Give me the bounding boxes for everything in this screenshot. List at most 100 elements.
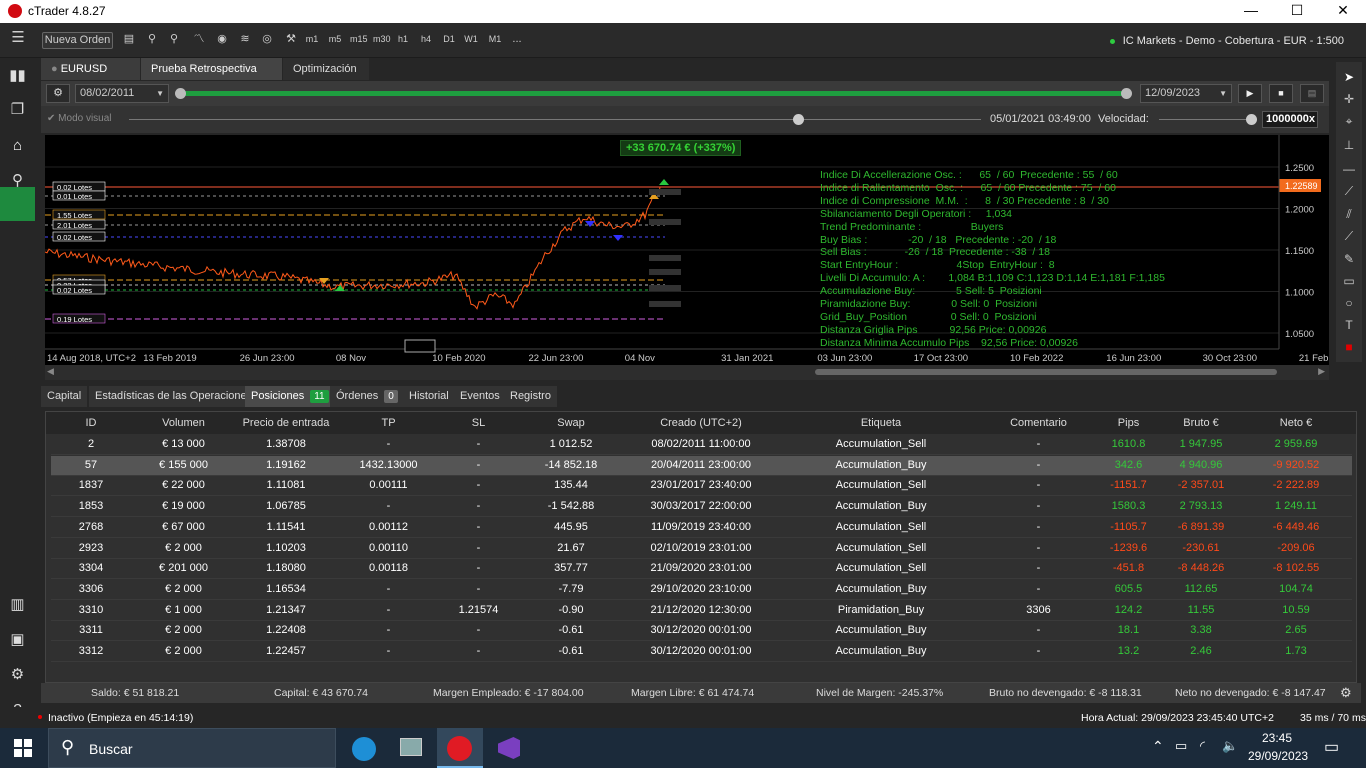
table-row[interactable]: 3310 € 1 000 1.21347 - 1.21574 -0.90 21/12/202… — [51, 601, 1352, 621]
scroll-handle[interactable] — [404, 339, 436, 353]
timeline-handle[interactable] — [793, 114, 804, 125]
backtest-settings-icon[interactable]: ⚙ — [46, 84, 70, 103]
chart-mode-icon[interactable]: ▤ — [121, 32, 137, 49]
column-header-id[interactable]: ID — [51, 417, 131, 429]
analyze-icon[interactable]: ⚲ — [0, 166, 35, 196]
notifications-icon[interactable]: ▭ — [1324, 737, 1339, 757]
table-row[interactable]: 3311 € 2 000 1.22408 - - -0.61 30/12/2020 00:0… — [51, 621, 1352, 642]
column-header-net[interactable]: Neto € — [1241, 417, 1351, 429]
scroll-right-icon[interactable]: ▶ — [1318, 366, 1325, 377]
price-chart[interactable]: 1.22589 1.2500 1.2000 1.1500 1.1000 1.0500 1… — [45, 135, 1329, 365]
indicators-icon[interactable]: 〽 — [190, 32, 208, 49]
crosshair-plus-icon[interactable]: ⌖ — [1336, 110, 1362, 132]
column-header-gross[interactable]: Bruto € — [1161, 417, 1241, 429]
more-timeframes-button[interactable]: ... — [509, 32, 525, 49]
progress-start-handle[interactable] — [175, 88, 186, 99]
automate-icon[interactable]: ⌂ — [0, 131, 35, 161]
taskbar-search[interactable]: ⚲ Buscar — [48, 728, 336, 768]
speed-handle[interactable] — [1246, 114, 1257, 125]
close-button[interactable]: ✕ — [1320, 0, 1366, 23]
tray-chevron-icon[interactable]: ⌃ — [1152, 738, 1164, 755]
progress-end-handle[interactable] — [1121, 88, 1132, 99]
table-row[interactable]: 3306 € 2 000 1.16534 - - -7.79 29/10/2020 23:1… — [51, 580, 1352, 600]
column-header-pips[interactable]: Pips — [1096, 417, 1161, 429]
visual-mode-checkbox[interactable]: ✔ Modo visual — [47, 113, 112, 124]
column-header-sl[interactable]: SL — [436, 417, 521, 429]
ruler-icon[interactable]: ⊥ — [1336, 134, 1362, 156]
tab-positions[interactable]: Posiciones 11 — [245, 386, 335, 407]
pitchfork-icon[interactable]: ⟋ — [1336, 225, 1362, 247]
timeframe-m30[interactable]: m30 — [373, 32, 391, 49]
pen-icon[interactable]: ✎ — [1336, 248, 1362, 270]
visual-studio-icon[interactable] — [486, 728, 532, 768]
timeframe-m15[interactable]: m15 — [350, 32, 368, 49]
taskmanager-icon[interactable] — [388, 728, 434, 768]
copy-icon[interactable]: ❐ — [0, 95, 35, 125]
table-row[interactable]: 2 € 13 000 1.38708 - - 1 012.52 08/02/2011 11:… — [51, 435, 1352, 455]
timeframe-m1[interactable]: m1 — [305, 32, 319, 49]
timeframe-d1[interactable]: D1 — [442, 32, 456, 49]
fibonacci-icon[interactable]: ⫽ — [1336, 203, 1362, 225]
play-button[interactable]: ▶ — [1238, 84, 1262, 103]
timeframe-w1[interactable]: W1 — [464, 32, 478, 49]
tab-optimization[interactable]: Optimización — [283, 58, 369, 80]
status-settings-icon[interactable]: ⚙ — [1340, 685, 1352, 701]
layers-icon[interactable]: ≋ — [237, 32, 253, 49]
clock-time[interactable]: 23:45 — [1262, 731, 1292, 745]
trend-line-icon[interactable]: ⟋ — [1336, 180, 1362, 202]
ctrader-taskbar-icon[interactable] — [437, 728, 483, 768]
new-order-button[interactable]: Nueva Orden — [42, 32, 113, 49]
scroll-left-icon[interactable]: ◀ — [47, 366, 54, 377]
tab-symbol[interactable]: ● EURUSD D1 — [41, 58, 140, 97]
timeframe-mn1[interactable]: M1 — [487, 32, 503, 49]
table-row[interactable]: 2923 € 2 000 1.10203 0.00110 - 21.67 02/10/201… — [51, 539, 1352, 559]
end-date-select[interactable]: 12/09/2023 ▼ — [1140, 84, 1232, 103]
zoom-out-icon[interactable]: ⚲ — [144, 32, 160, 49]
maximize-button[interactable]: ☐ — [1274, 0, 1320, 23]
color-icon[interactable]: ■ — [1336, 336, 1362, 358]
crosshair-icon[interactable]: ✛ — [1336, 88, 1362, 110]
tab-history[interactable]: Historial — [403, 386, 455, 407]
tab-statistics[interactable]: Estadísticas de las Operaciones — [89, 386, 259, 407]
speed-input[interactable]: 1000000x — [1262, 111, 1318, 128]
table-row[interactable]: 2768 € 67 000 1.11541 0.00112 - 445.95 11/09/2… — [51, 518, 1352, 538]
windows-start-icon[interactable] — [14, 739, 32, 757]
wifi-icon[interactable]: ◜ — [1200, 738, 1205, 754]
column-header-entry-price[interactable]: Precio de entrada — [231, 417, 341, 429]
table-row[interactable]: 3312 € 2 000 1.22457 - - -0.61 30/12/2020 00:0… — [51, 642, 1352, 662]
minimize-button[interactable]: — — [1228, 0, 1274, 23]
column-header-comment[interactable]: Comentario — [981, 417, 1096, 429]
ellipse-icon[interactable]: ○ — [1336, 292, 1362, 314]
column-header-tp[interactable]: TP — [341, 417, 436, 429]
trade-watchlist-icon[interactable]: ▮▮ — [0, 61, 35, 91]
table-row[interactable]: 57 € 155 000 1.19162 1432.13000 - -14 852.18 2… — [51, 455, 1352, 476]
rectangle-icon[interactable]: ▭ — [1336, 270, 1362, 292]
horizontal-line-icon[interactable]: — — [1336, 158, 1362, 180]
eye-icon[interactable]: ◎ — [259, 32, 275, 49]
edge-icon[interactable] — [340, 728, 386, 768]
hamburger-menu-icon[interactable]: ☰ — [8, 30, 28, 47]
tab-capital[interactable]: Capital — [41, 386, 88, 407]
backtest-progress-bar[interactable] — [175, 88, 1132, 99]
battery-icon[interactable]: ▭ — [1175, 738, 1187, 754]
table-row[interactable]: 1837 € 22 000 1.11081 0.00111 - 135.44 23/01/2… — [51, 476, 1352, 497]
clock-date[interactable]: 29/09/2023 — [1248, 749, 1308, 763]
scrollbar-thumb[interactable] — [815, 369, 1277, 375]
cursor-icon[interactable]: ➤ — [1336, 66, 1362, 88]
tab-events[interactable]: Eventos — [454, 386, 506, 407]
column-header-volume[interactable]: Volumen — [136, 417, 231, 429]
start-date-select[interactable]: 08/02/2011 ▼ — [75, 84, 169, 103]
column-header-swap[interactable]: Swap — [521, 417, 621, 429]
settings-gear-icon[interactable]: ⚙ — [0, 660, 35, 690]
zoom-in-icon[interactable]: ⚲ — [166, 32, 182, 49]
timeframe-h4[interactable]: h4 — [419, 32, 433, 49]
table-row[interactable]: 3304 € 201 000 1.18080 0.00118 - 357.77 21/09/… — [51, 559, 1352, 580]
report-button[interactable]: ▤ — [1300, 84, 1324, 103]
volume-icon[interactable]: 🔈 — [1222, 738, 1238, 754]
tab-backtest[interactable]: Prueba Retrospectiva — [141, 58, 282, 99]
timeframe-h1[interactable]: h1 — [396, 32, 410, 49]
table-row[interactable]: 1853 € 19 000 1.06785 - - -1 542.88 30/03/2017… — [51, 497, 1352, 518]
column-header-created[interactable]: Creado (UTC+2) — [621, 417, 781, 429]
stop-button[interactable]: ■ — [1269, 84, 1293, 103]
tab-orders[interactable]: Órdenes 0 — [330, 386, 404, 407]
